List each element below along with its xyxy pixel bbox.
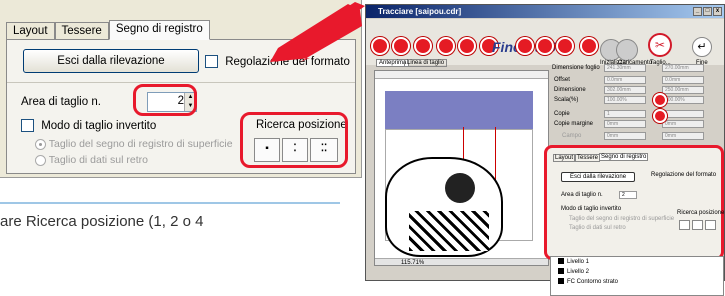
panel-tab-bar: Layout Tessere Segno di registro bbox=[6, 20, 210, 40]
tool-7-icon[interactable] bbox=[516, 37, 534, 55]
small-area-label: Area di taglio n. bbox=[561, 192, 603, 198]
callout-marker-icon bbox=[653, 93, 667, 107]
layer-swatch-icon bbox=[558, 268, 564, 275]
tool-4-icon[interactable] bbox=[437, 37, 455, 55]
exit-detection-button[interactable]: Esci dalla rilevazione bbox=[23, 49, 199, 73]
pointer-arrow-icon bbox=[270, 2, 365, 62]
field-label: Scala(%) bbox=[554, 97, 579, 103]
field-label: Copie bbox=[554, 111, 570, 117]
field-label: Dimensione foglio bbox=[552, 65, 600, 71]
caption-rule bbox=[0, 202, 340, 204]
title-bar: Tracciare [saipou.cdr] _ □ x bbox=[366, 5, 724, 18]
invert-cut-checkbox[interactable] bbox=[21, 119, 34, 132]
color-band bbox=[385, 91, 533, 129]
settings-panel: Dimensione foglio 241.30mm 270.00mm Offs… bbox=[550, 61, 724, 151]
layers-panel: Livello 1 Livello 2 FC Contorno strato bbox=[550, 256, 724, 296]
canvas-status-bar: 115.71% bbox=[375, 258, 548, 265]
radio-back-option[interactable]: Taglio di dati sul retro bbox=[35, 154, 148, 166]
field-value[interactable]: 302.00mm bbox=[604, 86, 646, 94]
tool-1-icon[interactable] bbox=[371, 37, 389, 55]
highlight-search-position bbox=[240, 112, 348, 168]
small-area-spinner[interactable]: 2 bbox=[619, 191, 637, 199]
field-value[interactable]: 241.30mm bbox=[604, 64, 646, 72]
window-controls: _ □ x bbox=[693, 7, 722, 16]
small-radio-surface[interactable]: Taglio del segno di registro di superfic… bbox=[569, 216, 674, 222]
layer-label: Livello 1 bbox=[567, 259, 590, 265]
small-invert-option[interactable]: Modo di taglio invertito bbox=[561, 206, 621, 212]
layer-item[interactable]: Livello 1 bbox=[551, 257, 723, 267]
small-exit-button[interactable]: Esci dalla rilevazione bbox=[561, 172, 636, 182]
field-label: Offset bbox=[554, 77, 570, 83]
registration-panel-small: Layout Tessere Segno di registro Esci da… bbox=[544, 145, 724, 260]
artwork-canvas[interactable]: 115.71% bbox=[374, 70, 549, 266]
layer-swatch-icon bbox=[558, 278, 564, 285]
radio-surface-label: Taglio del segno di registro di superfic… bbox=[48, 138, 233, 150]
format-adjust-checkbox[interactable] bbox=[205, 55, 218, 68]
cut-area-label: Area di taglio n. bbox=[21, 96, 101, 108]
window-title: Tracciare [saipou.cdr] bbox=[378, 7, 462, 16]
cut-button[interactable]: ✂ bbox=[648, 33, 672, 57]
small-pos-4-button[interactable] bbox=[705, 220, 716, 230]
minimize-icon[interactable]: _ bbox=[693, 7, 702, 16]
tab-tessere[interactable]: Tessere bbox=[54, 22, 109, 40]
layer-label: FC Contorno strato bbox=[567, 279, 619, 285]
top-ruler bbox=[375, 71, 548, 79]
field-value[interactable]: 250.00mm bbox=[662, 86, 704, 94]
field-value[interactable]: 0.0mm bbox=[604, 76, 646, 84]
small-search-label: Ricerca posizione bbox=[677, 210, 725, 216]
small-tab-registro[interactable]: Segno di registro bbox=[599, 153, 649, 161]
load-button[interactable] bbox=[616, 39, 638, 61]
small-format-option[interactable]: Regolazione del formato bbox=[651, 172, 716, 178]
tool-5-icon[interactable] bbox=[458, 37, 476, 55]
tool-3-icon[interactable] bbox=[414, 37, 432, 55]
small-tab-tessere[interactable]: Tessere bbox=[575, 154, 601, 162]
field-value[interactable]: 0mm bbox=[662, 120, 704, 128]
callout-marker-icon bbox=[653, 109, 667, 123]
field-value[interactable]: 0mm bbox=[662, 132, 704, 140]
invert-cut-option[interactable]: Modo di taglio invertito bbox=[21, 119, 156, 132]
layer-label: Livello 2 bbox=[567, 269, 590, 275]
tool-9-icon[interactable] bbox=[556, 37, 574, 55]
field-label: Campo bbox=[562, 133, 582, 139]
field-label: Copie margine bbox=[554, 121, 594, 127]
small-radio-back[interactable]: Taglio di dati sul retro bbox=[569, 225, 626, 231]
small-tab-layout[interactable]: Layout bbox=[553, 154, 576, 162]
tool-2-icon[interactable] bbox=[392, 37, 410, 55]
close-icon[interactable]: x bbox=[713, 7, 722, 16]
field-value[interactable]: 0.0mm bbox=[662, 76, 704, 84]
field-value[interactable]: 100.00% bbox=[662, 96, 704, 104]
field-value[interactable]: 100.00% bbox=[604, 96, 646, 104]
field-value[interactable]: 1 bbox=[662, 110, 704, 118]
layer-swatch-icon bbox=[558, 258, 564, 265]
radio-back[interactable] bbox=[35, 154, 46, 166]
mascot-hair bbox=[445, 173, 475, 203]
radio-surface-option[interactable]: Taglio del segno di registro di superfic… bbox=[35, 138, 233, 150]
radio-back-label: Taglio di dati sul retro bbox=[48, 154, 148, 166]
tool-8-icon[interactable] bbox=[536, 37, 554, 55]
field-label: Dimensione bbox=[554, 87, 586, 93]
field-value[interactable]: 0mm bbox=[604, 132, 646, 140]
tab-segno-di-registro[interactable]: Segno di registro bbox=[108, 20, 210, 40]
field-value[interactable]: 0mm bbox=[604, 120, 646, 128]
field-value[interactable]: 270.00mm bbox=[662, 64, 704, 72]
layer-item[interactable]: FC Contorno strato bbox=[551, 277, 723, 287]
field-value[interactable]: 1 bbox=[604, 110, 646, 118]
highlight-cut-area bbox=[133, 84, 197, 116]
invert-cut-label: Modo di taglio invertito bbox=[41, 119, 157, 132]
tab-layout[interactable]: Layout bbox=[6, 22, 55, 40]
layer-item[interactable]: Livello 2 bbox=[551, 267, 723, 277]
small-pos-1-button[interactable] bbox=[679, 220, 690, 230]
tool-10-icon[interactable] bbox=[580, 37, 598, 55]
zoom-level[interactable]: 115.71% bbox=[401, 260, 424, 265]
app-window: Tracciare [saipou.cdr] _ □ x Fine Cut5 I… bbox=[365, 4, 725, 296]
mascot-pattern bbox=[409, 211, 489, 251]
caption-text: are Ricerca posizione (1, 2 o 4 bbox=[0, 213, 204, 230]
maximize-icon[interactable]: □ bbox=[703, 7, 712, 16]
tab-cut-line[interactable]: Linea di taglio bbox=[404, 59, 448, 67]
small-pos-2-button[interactable] bbox=[692, 220, 703, 230]
finish-button[interactable]: ↵ bbox=[692, 37, 712, 57]
radio-surface[interactable] bbox=[35, 138, 46, 150]
